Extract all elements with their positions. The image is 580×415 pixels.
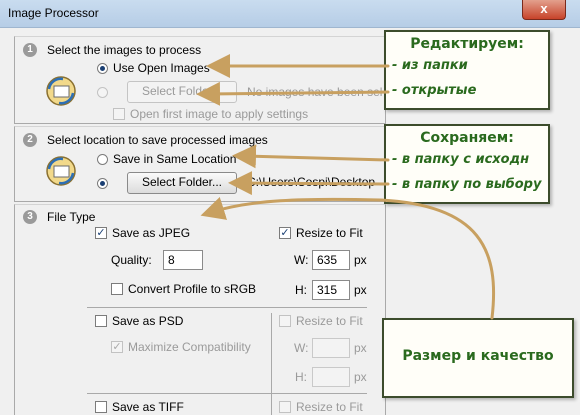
save-as-jpeg-label[interactable]: Save as JPEG	[112, 226, 190, 240]
jpeg-resize-checkbox[interactable]: ✓	[279, 227, 291, 239]
psd-resize-checkbox[interactable]	[279, 315, 291, 327]
quality-input[interactable]: 8	[163, 250, 203, 270]
file-type-vertical-divider	[271, 313, 272, 415]
jpeg-width-input[interactable]: 635	[312, 250, 350, 270]
jpeg-resize-label[interactable]: Resize to Fit	[296, 226, 363, 240]
save-as-tiff-label[interactable]: Save as TIFF	[112, 400, 184, 414]
callout-edit: Редактируем: - из папки - открытые	[384, 30, 550, 110]
tiff-resize-checkbox[interactable]	[279, 401, 291, 413]
psd-tiff-divider	[87, 393, 367, 394]
convert-srgb-checkbox[interactable]	[111, 283, 123, 295]
open-first-image-label: Open first image to apply settings	[130, 107, 309, 121]
section-select-images: 1 Select the images to process Use Open …	[14, 36, 386, 124]
close-button[interactable]: x	[522, 0, 566, 20]
save-as-tiff-checkbox[interactable]	[95, 401, 107, 413]
section-3-title: File Type	[47, 210, 96, 224]
process-images-icon	[46, 76, 76, 106]
select-folder-radio[interactable]	[97, 87, 108, 98]
step-3-badge: 3	[23, 210, 37, 224]
quality-label: Quality:	[111, 253, 152, 267]
psd-height-input[interactable]	[312, 367, 350, 387]
maximize-compatibility-checkbox[interactable]: ✓	[111, 341, 123, 353]
convert-srgb-label[interactable]: Convert Profile to sRGB	[128, 282, 256, 296]
select-folder-button[interactable]: Select Folder...	[127, 81, 237, 103]
section-file-type: 3 File Type ✓ Save as JPEG Quality: 8 Co…	[14, 204, 386, 415]
no-images-hint: No images have been sel	[247, 85, 383, 99]
callout-edit-line-1: - из папки	[392, 58, 468, 73]
jpeg-h-unit: px	[354, 283, 367, 297]
save-as-psd-label[interactable]: Save as PSD	[112, 314, 183, 328]
callout-size-heading: Размер и качество	[402, 348, 554, 364]
save-location-icon	[46, 156, 76, 186]
step-1-badge: 1	[23, 43, 37, 57]
psd-resize-label: Resize to Fit	[296, 314, 363, 328]
save-folder-path: C:\Users\Cospi\Desktop	[247, 175, 376, 189]
tiff-resize-label: Resize to Fit	[296, 400, 363, 414]
psd-h-unit: px	[354, 370, 367, 384]
section-save-location: 2 Select location to save processed imag…	[14, 126, 386, 202]
save-select-folder-button[interactable]: Select Folder...	[127, 172, 237, 194]
window-title: Image Processor	[8, 6, 99, 20]
jpeg-h-label: H:	[295, 283, 307, 297]
callout-save: Сохраняем: - в папку с исходн - в папку …	[384, 124, 550, 204]
use-open-images-radio[interactable]	[97, 63, 108, 74]
psd-h-label: H:	[295, 370, 307, 384]
jpeg-w-unit: px	[354, 253, 367, 267]
psd-w-unit: px	[354, 341, 367, 355]
psd-w-label: W:	[294, 341, 309, 355]
section-1-title: Select the images to process	[47, 43, 202, 57]
callout-save-line-2: - в папку по выбору	[392, 177, 542, 192]
save-same-location-radio[interactable]	[97, 154, 108, 165]
psd-width-input[interactable]	[312, 338, 350, 358]
save-as-psd-checkbox[interactable]	[95, 315, 107, 327]
maximize-compatibility-label: Maximize Compatibility	[128, 340, 251, 354]
jpeg-psd-divider	[87, 307, 367, 308]
save-select-folder-radio[interactable]	[97, 178, 108, 189]
callout-size: Размер и качество	[382, 318, 574, 398]
callout-save-line-1: - в папку с исходн	[392, 152, 530, 167]
save-as-jpeg-checkbox[interactable]: ✓	[95, 227, 107, 239]
title-bar: Image Processor x	[0, 0, 580, 28]
use-open-images-label[interactable]: Use Open Images	[113, 61, 210, 75]
step-2-badge: 2	[23, 133, 37, 147]
section-2-title: Select location to save processed images	[47, 133, 268, 147]
jpeg-w-label: W:	[294, 253, 309, 267]
callout-edit-line-2: - открытые	[392, 83, 477, 98]
jpeg-height-input[interactable]: 315	[312, 280, 350, 300]
save-same-location-label[interactable]: Save in Same Location	[113, 152, 236, 166]
callout-edit-heading: Редактируем:	[410, 36, 524, 52]
callout-save-heading: Сохраняем:	[420, 130, 514, 146]
open-first-image-checkbox[interactable]	[113, 108, 125, 120]
